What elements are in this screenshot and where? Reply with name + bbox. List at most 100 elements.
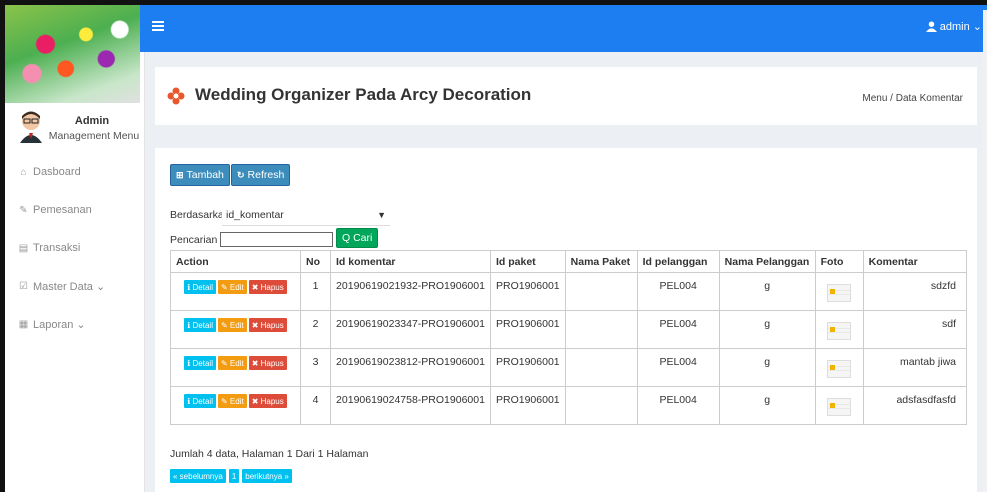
col-komentar: Komentar bbox=[862, 250, 968, 273]
action-cell: ℹ Detail ✎ Edit ✖ Hapus bbox=[170, 310, 301, 349]
pagination: « sebelumnya 1 berikutnya » bbox=[170, 469, 292, 483]
tambah-label: Tambah bbox=[186, 169, 224, 181]
komentar-table: Action No Id komentar Id paket Nama Pake… bbox=[170, 250, 968, 425]
pencarian-label: Pencarian bbox=[170, 234, 218, 246]
user-role: Management Menu bbox=[48, 130, 140, 142]
edit-icon: ☑ bbox=[19, 280, 28, 292]
cell-id-paket: PRO1906001 bbox=[490, 348, 566, 387]
cell-id-komentar: 20190619021932-PRO1906001 bbox=[330, 272, 491, 311]
refresh-button[interactable]: ↻ Refresh bbox=[231, 164, 291, 186]
user-menu[interactable]: admin ⌄ bbox=[925, 20, 982, 33]
action-cell: ℹ Detail ✎ Edit ✖ Hapus bbox=[170, 348, 301, 387]
cell-komentar: sdf bbox=[862, 310, 968, 349]
cell-id-pelanggan: PEL004 bbox=[636, 348, 720, 387]
photo-thumbnail[interactable] bbox=[827, 398, 852, 416]
col-id-paket: Id paket bbox=[490, 250, 566, 273]
cell-nama-pelanggan: g bbox=[718, 272, 816, 311]
table-header-row: Action No Id komentar Id paket Nama Pake… bbox=[170, 250, 968, 273]
page-title: Wedding Organizer Pada Arcy Decoration bbox=[195, 85, 532, 104]
sidebar-item-master-data[interactable]: ☑ Master Data ⌄ bbox=[5, 267, 144, 305]
prev-page-button[interactable]: « sebelumnya bbox=[170, 469, 226, 483]
photo-thumbnail[interactable] bbox=[827, 360, 852, 378]
user-panel: Admin Management Menu bbox=[5, 103, 144, 153]
sidebar-item-transaksi[interactable]: ▤ Transaksi bbox=[5, 229, 144, 267]
cell-nama-pelanggan: g bbox=[718, 348, 816, 387]
sidebar-item-pemesanan[interactable]: ✎ Pemesanan bbox=[5, 191, 144, 229]
cell-id-paket: PRO1906001 bbox=[490, 310, 566, 349]
sidebar-item-laporan[interactable]: ▦ Laporan ⌄ bbox=[5, 305, 144, 343]
sidebar: Admin Management Menu ⌂ Dasboard ✎ Pemes… bbox=[5, 5, 145, 492]
filter-select[interactable]: id_komentar ▼ bbox=[222, 204, 390, 226]
content-panel: ⊞ Tambah ↻ Refresh Berdasarkan: id_komen… bbox=[155, 148, 977, 492]
detail-button[interactable]: ℹ Detail bbox=[184, 394, 216, 408]
hapus-button[interactable]: ✖ Hapus bbox=[248, 318, 287, 332]
action-cell: ℹ Detail ✎ Edit ✖ Hapus bbox=[170, 386, 301, 425]
photo-thumbnail[interactable] bbox=[827, 284, 852, 302]
hapus-button[interactable]: ✖ Hapus bbox=[248, 394, 287, 408]
edit-button[interactable]: ✎ Edit bbox=[217, 394, 247, 408]
cell-id-paket: PRO1906001 bbox=[490, 272, 566, 311]
col-id-pelanggan: Id pelanggan bbox=[636, 250, 720, 273]
edit-button[interactable]: ✎ Edit bbox=[217, 318, 247, 332]
cell-komentar: sdzfd bbox=[862, 272, 968, 311]
cell-id-komentar: 20190619024758-PRO1906001 bbox=[330, 386, 491, 425]
hapus-button[interactable]: ✖ Hapus bbox=[248, 280, 287, 294]
scrollbar[interactable] bbox=[983, 10, 987, 492]
cell-komentar: mantab jiwa bbox=[862, 348, 968, 387]
pencil-icon: ✎ bbox=[19, 204, 28, 216]
col-action: Action bbox=[170, 250, 301, 273]
detail-button[interactable]: ℹ Detail bbox=[184, 280, 216, 294]
detail-button[interactable]: ℹ Detail bbox=[184, 318, 216, 332]
chevron-down-icon: ▼ bbox=[377, 210, 386, 220]
sidebar-banner-image bbox=[5, 5, 140, 103]
book-icon: ▤ bbox=[18, 242, 29, 254]
sidebar-item-dasboard[interactable]: ⌂ Dasboard bbox=[5, 153, 144, 191]
next-page-button[interactable]: berikutnya » bbox=[242, 469, 292, 483]
breadcrumb[interactable]: Menu / Data Komentar bbox=[862, 93, 963, 104]
user-icon bbox=[925, 21, 937, 32]
action-cell: ℹ Detail ✎ Edit ✖ Hapus bbox=[170, 272, 301, 311]
top-navbar: admin ⌄ bbox=[140, 5, 987, 52]
cell-nama-paket bbox=[564, 386, 638, 425]
col-id-komentar: Id komentar bbox=[330, 250, 491, 273]
menu-toggle-icon[interactable] bbox=[152, 21, 164, 31]
edit-button[interactable]: ✎ Edit bbox=[217, 280, 247, 294]
page-1-button[interactable]: 1 bbox=[228, 469, 240, 483]
data-summary: Jumlah 4 data, Halaman 1 Dari 1 Halaman bbox=[170, 448, 369, 460]
calendar-icon: ▦ bbox=[18, 318, 29, 330]
filter-select-value: id_komentar bbox=[226, 208, 284, 221]
col-nama-pelanggan: Nama Pelanggan bbox=[718, 250, 816, 273]
hapus-button[interactable]: ✖ Hapus bbox=[248, 356, 287, 370]
app-frame: Admin Management Menu ⌂ Dasboard ✎ Pemes… bbox=[0, 0, 987, 492]
sidebar-item-label: Dasboard bbox=[33, 166, 81, 178]
detail-button[interactable]: ℹ Detail bbox=[184, 356, 216, 370]
col-nama-paket: Nama Paket bbox=[564, 250, 638, 273]
home-icon: ⌂ bbox=[20, 166, 27, 178]
cell-nama-pelanggan: g bbox=[718, 386, 816, 425]
col-foto: Foto bbox=[814, 250, 864, 273]
col-no: No bbox=[300, 250, 331, 273]
tambah-button[interactable]: ⊞ Tambah bbox=[170, 164, 230, 186]
cell-nama-paket bbox=[564, 272, 638, 311]
photo-thumbnail[interactable] bbox=[827, 322, 852, 340]
search-input[interactable] bbox=[220, 232, 333, 247]
cell-id-pelanggan: PEL004 bbox=[636, 310, 720, 349]
plus-icon: ⊞ bbox=[176, 169, 184, 180]
refresh-icon: ↻ bbox=[237, 169, 245, 180]
cell-foto bbox=[814, 272, 864, 311]
sidebar-item-label: Master Data ⌄ bbox=[33, 280, 106, 293]
user-menu-label: admin ⌄ bbox=[939, 21, 982, 33]
cell-id-pelanggan: PEL004 bbox=[636, 386, 720, 425]
table-row: ℹ Detail ✎ Edit ✖ Hapus 2 20190619023347… bbox=[170, 310, 968, 349]
cari-button[interactable]: Q Cari bbox=[336, 228, 379, 248]
cell-id-pelanggan: PEL004 bbox=[636, 272, 720, 311]
table-row: ℹ Detail ✎ Edit ✖ Hapus 3 20190619023812… bbox=[170, 348, 968, 387]
cell-nama-paket bbox=[564, 310, 638, 349]
refresh-label: Refresh bbox=[247, 169, 285, 181]
flower-logo-icon bbox=[167, 87, 185, 105]
edit-button[interactable]: ✎ Edit bbox=[217, 356, 247, 370]
avatar bbox=[20, 111, 42, 143]
cell-nama-pelanggan: g bbox=[718, 310, 816, 349]
user-name: Admin bbox=[74, 115, 110, 127]
cell-id-komentar: 20190619023347-PRO1906001 bbox=[330, 310, 491, 349]
